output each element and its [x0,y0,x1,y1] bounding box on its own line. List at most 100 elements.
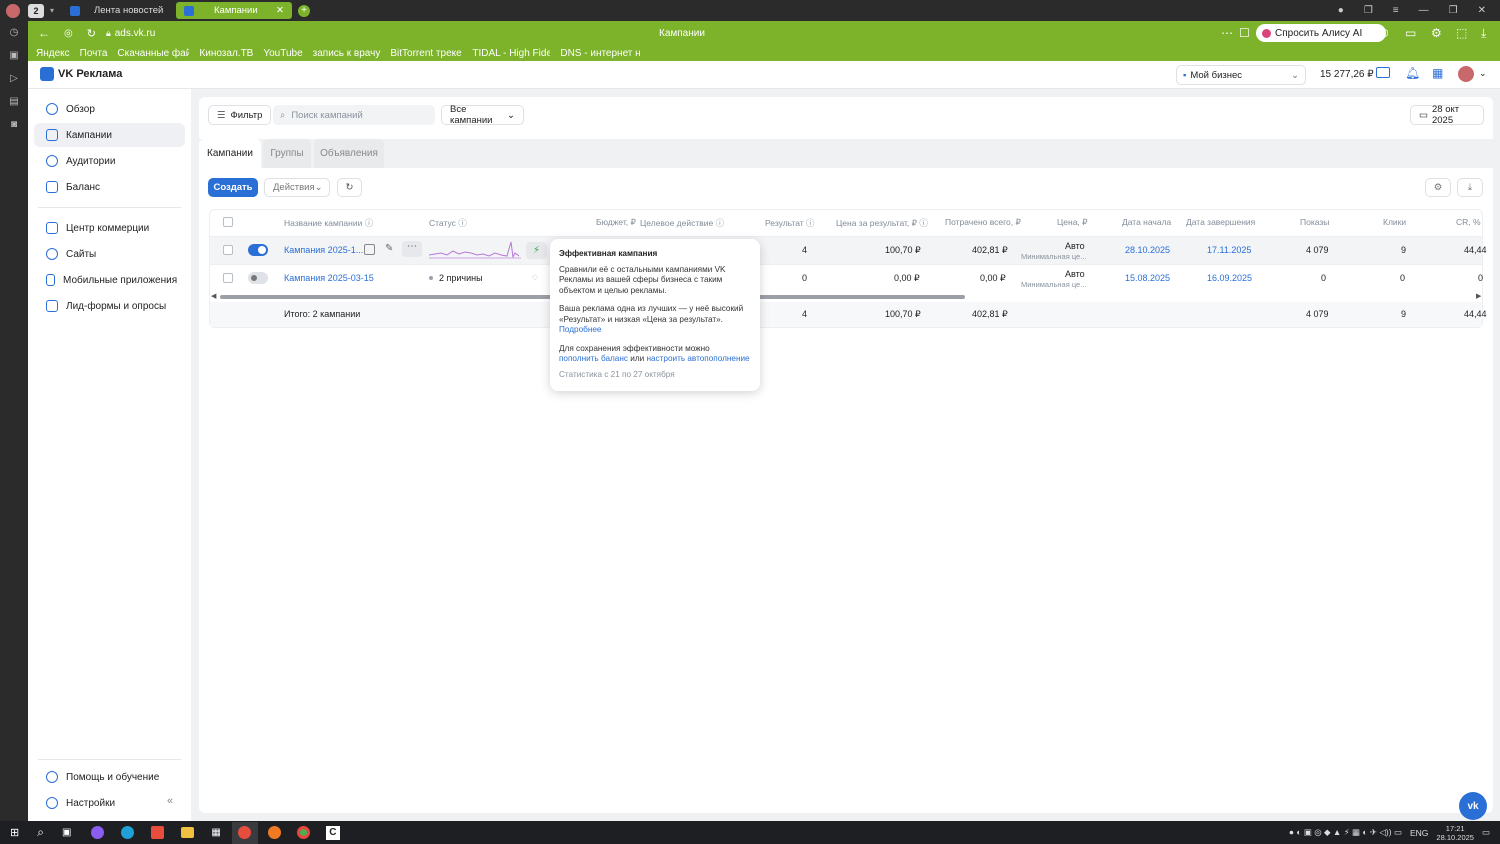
sidebar-item-apps[interactable]: Мобильные приложения [34,268,185,292]
reload-icon[interactable]: ↻ [87,27,96,40]
more-dots-icon[interactable]: ⋯ [1221,26,1233,40]
tab-campaigns[interactable]: Кампании [199,139,261,168]
firefox-icon[interactable] [267,826,281,839]
extension4-icon[interactable]: ⬚ [1456,26,1467,40]
clock[interactable]: 17:21 28.10.2025 [1436,824,1474,842]
end-date[interactable]: 16.09.2025 [1207,273,1252,283]
th-end[interactable]: Дата завершения [1186,217,1255,227]
history-icon[interactable]: ◷ [10,27,19,38]
c-app-icon[interactable]: C [325,825,340,840]
collections-icon[interactable]: ❐ [1364,5,1373,16]
bookmark-doctor[interactable]: запись к врачу [313,48,381,59]
date-picker[interactable]: ▭ 28 окт 2025 [1410,104,1484,126]
select-all-checkbox[interactable] [223,217,233,227]
yandex-icon[interactable] [151,826,165,839]
sidebar-item-sites[interactable]: Сайты [34,242,185,266]
top-up-balance-link[interactable]: пополнить баланс [559,354,628,363]
collapse-sidebar-icon[interactable]: « [167,795,173,807]
tab-groups[interactable]: Группы [263,139,311,168]
end-date[interactable]: 17.11.2025 [1207,245,1251,255]
th-name[interactable]: Название кампании ⓘ [284,217,373,229]
vk-ads-logo-icon[interactable] [40,67,54,81]
th-goal[interactable]: Целевое действие ⓘ [640,217,724,229]
th-cr[interactable]: CR, % [1456,217,1481,227]
sidebar-item-balance[interactable]: Баланс [34,175,185,199]
tab-counter[interactable]: 2 [28,3,44,18]
download-icon[interactable]: ⤓ [1481,26,1486,41]
bookmark-yandex[interactable]: Яндекс [36,48,70,59]
menu-icon[interactable]: ≡ [1393,5,1399,16]
table-row[interactable] [210,236,1482,264]
campaign-name-link[interactable]: Кампания 2025-03-15 [284,273,374,283]
user-avatar[interactable] [1458,66,1474,82]
th-price[interactable]: Цена, ₽ [1057,217,1088,228]
tab-campaigns[interactable]: Кампании ✕ [176,2,293,19]
tab-ads[interactable]: Объявления [314,139,384,168]
windows-start-icon[interactable]: ⊞ [10,826,19,839]
row-checkbox[interactable] [223,273,233,283]
user-avatar-icon[interactable]: ● [1338,5,1344,16]
tray-icons[interactable]: ● ◐ ▣ ◎ ◆ ▲ ⚡︎ ▦ ◐ ✈︎ ◁)) ▭ [1289,827,1402,838]
row-checkbox[interactable] [223,245,233,255]
search-input[interactable]: ⌕ Поиск кампаний [273,105,435,125]
alice-button[interactable]: Спросить Алису AI [1256,24,1386,42]
campaign-toggle[interactable] [248,244,268,256]
sidebar-item-overview[interactable]: Обзор [34,97,185,121]
th-clicks[interactable]: Клики [1383,217,1406,227]
avatar-chevron-icon[interactable]: ⌄ [1479,68,1487,79]
bookmark-youtube[interactable]: YouTube [263,48,302,59]
autopay-link[interactable]: настроить автопополнение [646,354,749,363]
notifications-icon[interactable]: ▭ [1482,827,1490,838]
edge-icon[interactable] [121,826,135,839]
actions-dropdown[interactable]: Действия ⌄ [264,178,330,197]
bookmark-mail[interactable]: Почта [80,48,108,59]
table-settings-button[interactable]: ⚙ [1425,178,1451,197]
bookmark-dns[interactable]: DNS - интернет н [560,48,640,59]
apps-grid-icon[interactable]: ▦ [1432,66,1443,80]
close-window-icon[interactable]: ✕ [1478,5,1486,16]
status-text[interactable]: 2 причины [439,273,483,283]
profile-avatar[interactable] [6,3,20,18]
extension3-icon[interactable]: ⚙ [1431,26,1442,40]
bulb-icon[interactable]: ◌ [532,272,538,283]
refresh-button[interactable]: ↻ [337,178,362,197]
chrome-icon[interactable] [296,826,310,839]
bookmark-tidal[interactable]: TIDAL - High Fidel [472,48,550,59]
sidebar-item-leadforms[interactable]: Лид-формы и опросы [34,294,185,318]
alice-app-icon[interactable] [91,826,105,839]
th-status[interactable]: Статус ⓘ [429,217,467,229]
sidebar-settings[interactable]: Настройки [34,791,184,815]
campaign-toggle[interactable] [248,272,268,284]
extension-icon[interactable]: ⬡ [1378,26,1388,40]
bookmark-icon[interactable]: ☐ [1239,26,1250,40]
export-button[interactable]: ⤓ [1457,178,1483,197]
url-field[interactable]: ads.vk.ru [115,28,156,39]
bell-icon[interactable]: 🔔︎ [1405,66,1420,80]
bookmark-bittorrent[interactable]: BitTorrent трекер [390,48,462,59]
messenger-icon[interactable]: ▣ [9,50,18,61]
tab-news[interactable]: Лента новостей [62,2,172,19]
tabs-dropdown-icon[interactable]: ▾ [50,6,54,15]
folder-icon[interactable] [181,827,195,838]
start-date[interactable]: 15.08.2025 [1125,273,1170,283]
account-select[interactable]: ▪ Мой бизнес ⌄ [1176,65,1306,85]
th-spent[interactable]: Потрачено всего, ₽ [945,217,1021,228]
close-tab-icon[interactable]: ✕ [276,5,284,16]
yandex-browser-icon[interactable] [231,821,258,844]
restore-icon[interactable]: ❐ [1449,5,1458,16]
balance-value[interactable]: 15 277,26 ₽ [1320,69,1374,80]
language-indicator[interactable]: ENG [1410,828,1428,838]
stats-icon[interactable] [364,244,375,255]
shield-icon[interactable]: ◎ [64,28,73,39]
minimize-icon[interactable]: — [1419,5,1429,16]
th-start[interactable]: Дата начала [1122,217,1171,227]
create-button[interactable]: Создать [208,178,258,197]
campaign-name-link[interactable]: Кампания 2025-1... [284,245,363,255]
extension2-icon[interactable]: ▭ [1405,26,1416,40]
app-logo-text[interactable]: VK Реклама [58,68,122,80]
scope-select[interactable]: Все кампании ⌄ [441,104,524,126]
vk-chat-button[interactable]: vk [1459,792,1487,820]
wallet-icon[interactable] [1376,67,1390,78]
play-icon[interactable]: ▷ [10,73,18,84]
th-result[interactable]: Результат ⓘ [765,217,815,229]
